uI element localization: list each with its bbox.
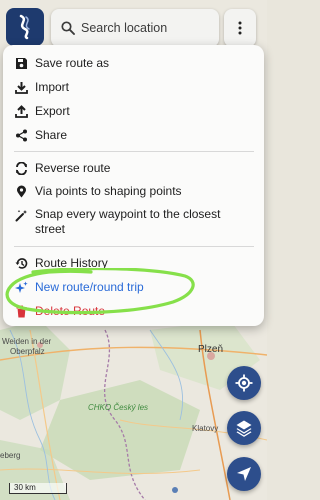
reverse-icon xyxy=(16,162,27,175)
menu-item-reverse-route[interactable]: Reverse route xyxy=(3,161,264,176)
map-label-plzen: Plzeň xyxy=(198,344,224,355)
highlight-annotation xyxy=(5,268,195,315)
crosshair-icon xyxy=(235,374,253,392)
import-icon xyxy=(15,82,28,94)
share-icon xyxy=(16,129,27,142)
save-icon xyxy=(16,58,27,69)
app-logo[interactable] xyxy=(6,8,44,46)
map-scale-bar: 30 km xyxy=(9,483,67,494)
search-icon xyxy=(61,21,75,35)
navigation-arrow-icon xyxy=(237,467,251,481)
map-label-weiden: Weiden in der xyxy=(2,337,52,346)
layers-icon xyxy=(236,420,252,437)
layers-button[interactable] xyxy=(227,411,261,445)
menu-divider xyxy=(14,246,254,247)
search-placeholder: Search location xyxy=(81,21,168,35)
locate-me-button[interactable] xyxy=(227,366,261,400)
menu-item-snap-waypoints[interactable]: Snap every waypoint to the closest stree… xyxy=(3,207,264,239)
export-icon xyxy=(15,105,28,118)
navigate-button[interactable] xyxy=(227,457,261,491)
map-label-eberg: eberg xyxy=(0,451,21,460)
more-options-button[interactable] xyxy=(224,9,256,47)
menu-item-share[interactable]: Share xyxy=(3,128,264,143)
magic-wand-icon xyxy=(15,210,27,222)
menu-item-import[interactable]: Import xyxy=(3,80,264,95)
menu-divider xyxy=(14,151,254,152)
menu-item-export[interactable]: Export xyxy=(3,104,264,119)
search-input[interactable]: Search location xyxy=(51,9,219,47)
location-pin-icon xyxy=(17,185,26,198)
map-label-chko: CHKO Český les xyxy=(88,403,149,412)
map-label-oberpfalz: Oberpfalz xyxy=(10,347,45,356)
menu-item-via-points[interactable]: Via points to shaping points xyxy=(3,184,264,199)
menu-item-save-route[interactable]: Save route as xyxy=(3,56,264,71)
more-vertical-icon xyxy=(238,21,242,35)
map-label-klatovy: Klatovy xyxy=(192,424,219,433)
brouter-logo-icon xyxy=(19,14,30,40)
